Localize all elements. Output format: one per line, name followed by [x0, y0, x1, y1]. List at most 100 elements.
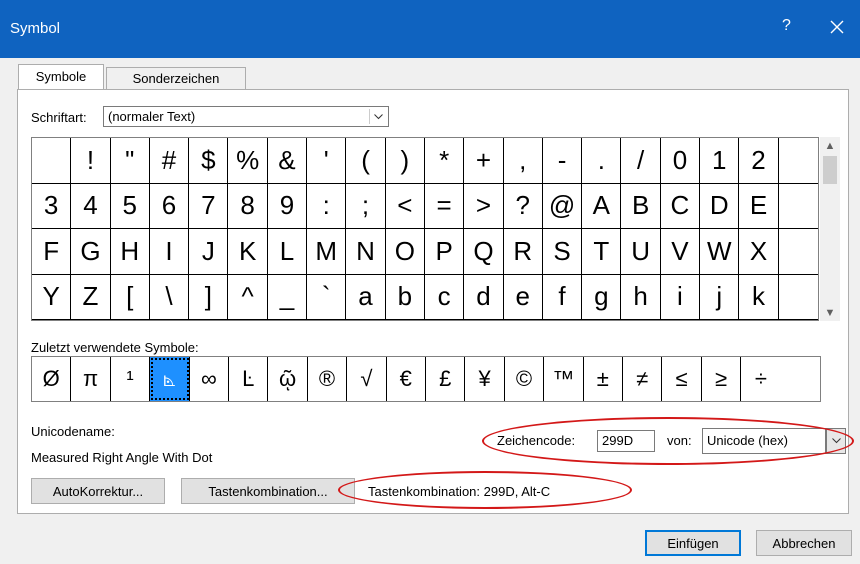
- symbol-cell[interactable]: ': [307, 138, 347, 184]
- symbol-cell[interactable]: 4: [71, 183, 111, 229]
- recent-symbol-cell[interactable]: £: [426, 357, 466, 401]
- symbol-cell[interactable]: [: [110, 274, 150, 320]
- symbol-cell[interactable]: P: [424, 229, 465, 275]
- symbol-cell[interactable]: .: [582, 138, 622, 184]
- tab-symbole[interactable]: Symbole: [18, 64, 104, 91]
- symbol-cell[interactable]: 0: [660, 138, 701, 184]
- recent-symbol-cell[interactable]: ®: [308, 357, 348, 401]
- symbol-cell[interactable]: _: [267, 274, 308, 320]
- symbol-cell[interactable]: [778, 275, 818, 320]
- symbol-cell[interactable]: [778, 138, 818, 184]
- recent-symbol-cell[interactable]: ῷ: [268, 357, 308, 401]
- symbol-cell[interactable]: <: [385, 183, 425, 229]
- symbol-cell[interactable]: j: [700, 274, 740, 320]
- symbol-cell[interactable]: (: [346, 138, 386, 184]
- symbol-cell[interactable]: B: [621, 183, 661, 229]
- symbol-cell[interactable]: ): [385, 138, 425, 184]
- symbol-cell[interactable]: d: [464, 274, 504, 320]
- charcode-input[interactable]: 299D: [597, 430, 655, 452]
- recent-symbol-cell[interactable]: Ŀ: [229, 357, 269, 401]
- symbol-cell[interactable]: 1: [700, 138, 740, 184]
- symbol-cell[interactable]: *: [424, 138, 465, 184]
- symbol-cell[interactable]: F: [32, 229, 72, 275]
- symbol-cell[interactable]: e: [503, 274, 543, 320]
- help-button[interactable]: ?: [782, 17, 791, 35]
- symbol-cell[interactable]: $: [189, 138, 229, 184]
- symbol-cell[interactable]: h: [621, 274, 661, 320]
- recent-symbol-cell[interactable]: ∞: [190, 357, 229, 401]
- symbol-cell[interactable]: +: [464, 138, 504, 184]
- symbol-cell[interactable]: N: [346, 229, 386, 275]
- symbol-cell[interactable]: !: [71, 138, 111, 184]
- tastenkombination-button[interactable]: Tastenkombination...: [181, 478, 355, 504]
- tab-sonderzeichen[interactable]: Sonderzeichen: [106, 67, 246, 90]
- symbol-cell[interactable]: 8: [228, 183, 268, 229]
- symbol-cell[interactable]: Q: [464, 229, 504, 275]
- symbol-cell[interactable]: O: [385, 229, 425, 275]
- from-select[interactable]: Unicode (hex): [702, 428, 826, 454]
- symbol-cell[interactable]: [778, 229, 818, 275]
- close-button[interactable]: [822, 12, 852, 42]
- symbol-cell[interactable]: g: [582, 274, 622, 320]
- recent-symbol-cell[interactable]: ⦝: [150, 357, 190, 401]
- symbol-cell[interactable]: J: [189, 229, 229, 275]
- symbol-cell[interactable]: b: [385, 274, 425, 320]
- einfuegen-button[interactable]: Einfügen: [645, 530, 741, 556]
- symbol-cell[interactable]: M: [307, 229, 347, 275]
- symbol-cell[interactable]: 9: [267, 183, 308, 229]
- symbol-cell[interactable]: A: [582, 183, 622, 229]
- symbol-cell[interactable]: &: [267, 138, 308, 184]
- autokorrektur-button[interactable]: AutoKorrektur...: [31, 478, 165, 504]
- symbol-cell[interactable]: a: [346, 274, 386, 320]
- recent-symbol-cell[interactable]: ≤: [662, 357, 702, 401]
- recent-symbol-cell[interactable]: ©: [505, 357, 545, 401]
- symbol-cell[interactable]: R: [503, 229, 543, 275]
- symbol-cell[interactable]: X: [739, 229, 779, 275]
- symbol-cell[interactable]: G: [71, 229, 111, 275]
- symbol-cell[interactable]: L: [267, 229, 308, 275]
- symbol-cell[interactable]: ]: [189, 274, 229, 320]
- recent-symbol-cell[interactable]: ÷: [741, 357, 780, 401]
- recent-symbol-cell[interactable]: ¹: [111, 357, 151, 401]
- symbol-cell[interactable]: E: [739, 183, 779, 229]
- symbol-cell[interactable]: 2: [739, 138, 779, 184]
- symbol-cell[interactable]: C: [660, 183, 701, 229]
- scroll-up-icon[interactable]: ▲: [820, 137, 840, 154]
- symbol-cell[interactable]: 7: [189, 183, 229, 229]
- recent-symbol-cell[interactable]: €: [387, 357, 426, 401]
- recent-symbol-cell[interactable]: ¥: [465, 357, 505, 401]
- symbol-cell[interactable]: ": [110, 138, 150, 184]
- symbol-cell[interactable]: #: [149, 138, 190, 184]
- recent-symbol-cell[interactable]: Ø: [32, 357, 72, 401]
- symbol-cell[interactable]: 6: [149, 183, 190, 229]
- symbol-cell[interactable]: S: [542, 229, 583, 275]
- symbol-cell[interactable]: f: [542, 274, 583, 320]
- symbol-cell[interactable]: Z: [71, 274, 111, 320]
- symbol-cell[interactable]: V: [660, 229, 701, 275]
- symbol-cell[interactable]: ,: [503, 138, 543, 184]
- symbol-cell[interactable]: /: [621, 138, 661, 184]
- font-select[interactable]: (normaler Text): [103, 106, 389, 127]
- symbol-cell[interactable]: =: [424, 183, 465, 229]
- symbol-cell[interactable]: D: [700, 183, 740, 229]
- symbol-cell[interactable]: \: [149, 274, 190, 320]
- symbol-cell[interactable]: i: [660, 274, 701, 320]
- recent-symbol-cell[interactable]: ±: [584, 357, 623, 401]
- symbol-cell[interactable]: [32, 138, 72, 184]
- symbol-cell[interactable]: 3: [32, 183, 72, 229]
- symbol-cell[interactable]: T: [582, 229, 622, 275]
- symbol-cell[interactable]: k: [739, 274, 779, 320]
- recent-symbol-cell[interactable]: π: [71, 357, 111, 401]
- scroll-thumb[interactable]: [823, 156, 837, 184]
- symbol-cell[interactable]: 5: [110, 183, 150, 229]
- symbol-cell[interactable]: `: [307, 274, 347, 320]
- recent-symbol-cell[interactable]: ≥: [702, 357, 742, 401]
- symbol-cell[interactable]: -: [542, 138, 583, 184]
- symbol-cell[interactable]: U: [621, 229, 661, 275]
- symbol-cell[interactable]: H: [110, 229, 150, 275]
- symbol-cell[interactable]: c: [424, 274, 465, 320]
- recent-symbol-cell[interactable]: ≠: [623, 357, 663, 401]
- symbol-cell[interactable]: ;: [346, 183, 386, 229]
- symbol-cell[interactable]: ?: [503, 183, 543, 229]
- symbol-cell[interactable]: :: [307, 183, 347, 229]
